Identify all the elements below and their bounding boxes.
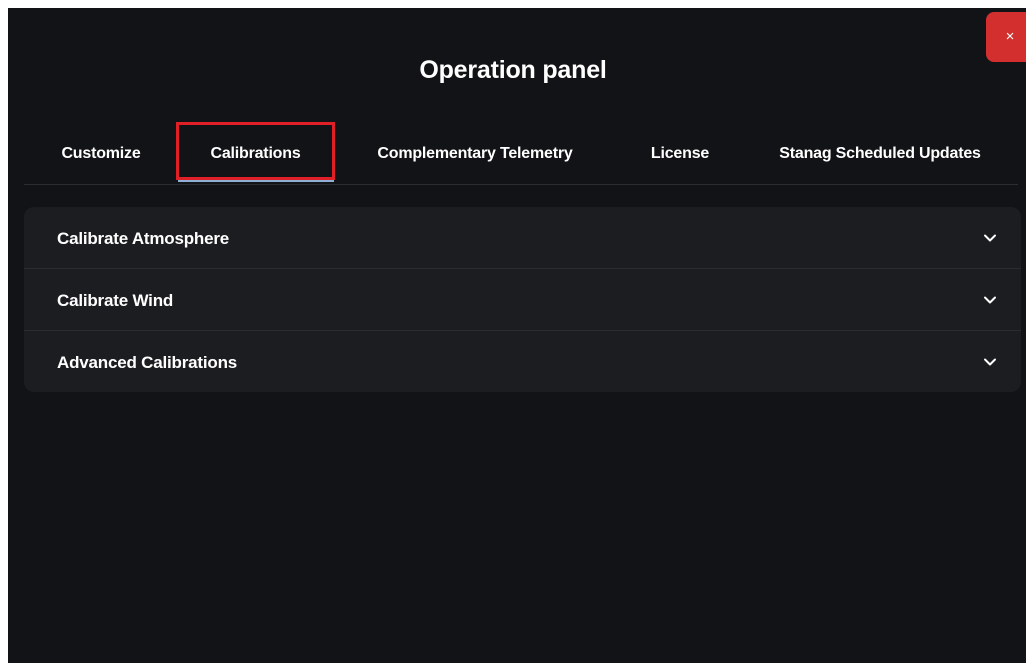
calibrations-accordion: Calibrate Atmosphere Calibrate Wind Adva… <box>24 207 1021 392</box>
accordion-item-advanced-calibrations[interactable]: Advanced Calibrations <box>24 331 1021 392</box>
close-icon: × <box>1005 28 1015 45</box>
chevron-down-icon <box>984 358 996 366</box>
accordion-item-calibrate-atmosphere[interactable]: Calibrate Atmosphere <box>24 207 1021 269</box>
tab-stanag-scheduled-updates[interactable]: Stanag Scheduled Updates <box>764 122 996 180</box>
dialog-title: Operation panel <box>419 56 607 84</box>
chevron-down-icon <box>984 296 996 304</box>
accordion-item-label: Calibrate Atmosphere <box>57 229 230 248</box>
active-tab-indicator <box>178 180 334 182</box>
accordion-item-label: Advanced Calibrations <box>57 353 238 372</box>
accordion-item-calibrate-wind[interactable]: Calibrate Wind <box>24 269 1021 331</box>
tab-license[interactable]: License <box>636 122 724 180</box>
tab-bar: Customize Calibrations Complementary Tel… <box>24 122 1018 185</box>
tab-complementary-telemetry[interactable]: Complementary Telemetry <box>362 122 588 180</box>
chevron-down-icon <box>984 234 996 242</box>
close-button[interactable]: × <box>986 12 1026 62</box>
accordion-item-label: Calibrate Wind <box>57 291 174 310</box>
tab-customize[interactable]: Customize <box>56 122 146 180</box>
tab-calibrations[interactable]: Calibrations <box>176 122 335 180</box>
